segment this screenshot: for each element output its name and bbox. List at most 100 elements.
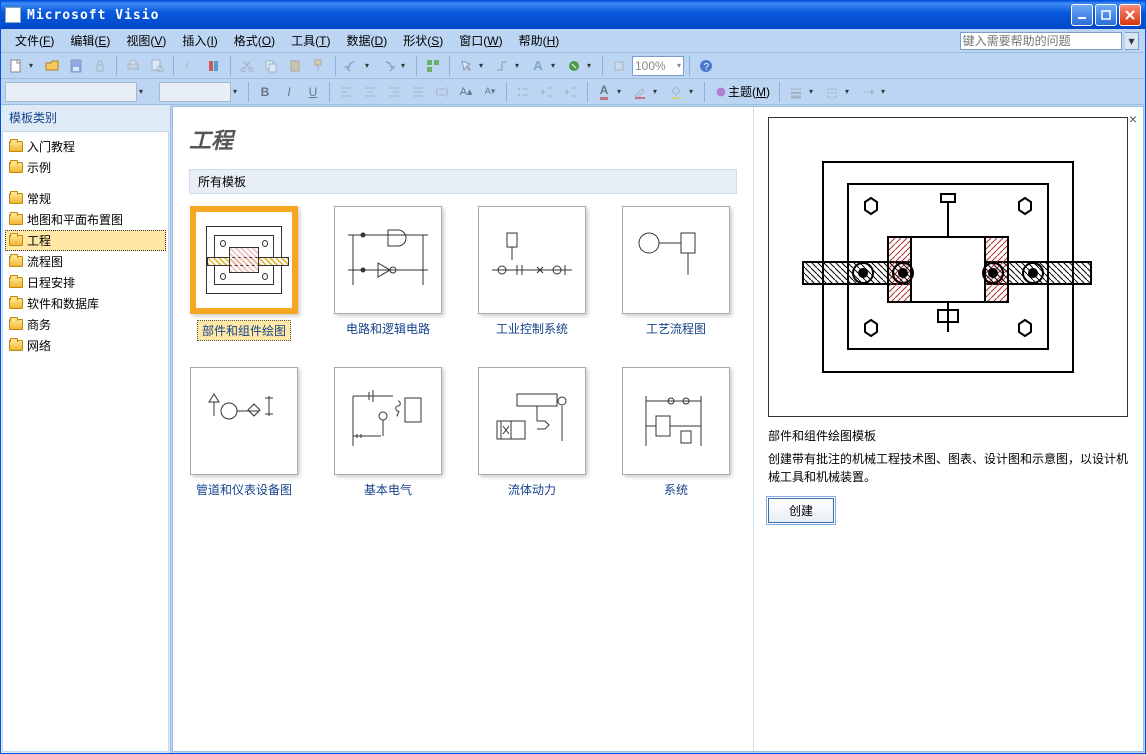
- copy-button[interactable]: [260, 55, 282, 77]
- connector-tool-button[interactable]: [491, 55, 513, 77]
- separator: [116, 56, 117, 76]
- menu-view[interactable]: 视图(V): [118, 30, 174, 51]
- help-button[interactable]: ?: [695, 55, 717, 77]
- line-weight-button[interactable]: [785, 81, 807, 103]
- cut-button[interactable]: [236, 55, 258, 77]
- underline-button[interactable]: U: [302, 81, 324, 103]
- close-button[interactable]: [1119, 4, 1141, 26]
- menu-tools[interactable]: 工具(T): [283, 30, 338, 51]
- zoom-combo[interactable]: 100%▾: [632, 56, 684, 76]
- sidebar-item-flowchart[interactable]: 流程图: [5, 251, 166, 272]
- line-ends-button[interactable]: [857, 81, 879, 103]
- font-combo[interactable]: [5, 82, 137, 102]
- connector-dropdown[interactable]: ▾: [515, 61, 525, 70]
- fill-button[interactable]: [608, 55, 630, 77]
- folder-icon: [9, 235, 23, 246]
- increase-indent-button[interactable]: [560, 81, 582, 103]
- create-button[interactable]: 创建: [768, 498, 834, 523]
- font-color-dropdown[interactable]: ▾: [617, 87, 627, 96]
- decrease-indent-button[interactable]: [536, 81, 558, 103]
- menu-format[interactable]: 格式(O): [226, 30, 283, 51]
- print-preview-button[interactable]: [146, 55, 168, 77]
- save-button[interactable]: [65, 55, 87, 77]
- sidebar-item-engineering[interactable]: 工程: [5, 230, 166, 251]
- ink-tool-button[interactable]: [563, 55, 585, 77]
- menu-file[interactable]: 文件(F): [7, 30, 62, 51]
- distribute-button[interactable]: [431, 81, 453, 103]
- open-button[interactable]: [41, 55, 63, 77]
- menu-insert[interactable]: 插入(I): [174, 30, 225, 51]
- sidebar-item-maps[interactable]: 地图和平面布置图: [5, 209, 166, 230]
- permission-button[interactable]: [89, 55, 111, 77]
- text-dropdown[interactable]: ▾: [551, 61, 561, 70]
- minimize-button[interactable]: [1071, 4, 1093, 26]
- sidebar-list: 入门教程 示例 常规 地图和平面布置图 工程 流程图 日程安排 软件和数据库 商…: [2, 131, 169, 752]
- align-justify-button[interactable]: [407, 81, 429, 103]
- text-tool-button[interactable]: A: [527, 55, 549, 77]
- redo-dropdown[interactable]: ▾: [401, 61, 411, 70]
- fill-color-button[interactable]: [665, 81, 687, 103]
- new-dropdown[interactable]: ▾: [29, 61, 39, 70]
- align-left-button[interactable]: [335, 81, 357, 103]
- fill-color-dropdown[interactable]: ▾: [689, 87, 699, 96]
- sidebar-item-network[interactable]: 网络: [5, 335, 166, 356]
- svg-text:✓: ✓: [184, 60, 192, 70]
- line-ends-dropdown[interactable]: ▾: [881, 87, 891, 96]
- ink-dropdown[interactable]: ▾: [587, 61, 597, 70]
- sidebar-item-software[interactable]: 软件和数据库: [5, 293, 166, 314]
- template-piping-instrumentation[interactable]: 管道和仪表设备图: [189, 367, 299, 498]
- format-painter-button[interactable]: [308, 55, 330, 77]
- sidebar-item-business[interactable]: 商务: [5, 314, 166, 335]
- align-center-button[interactable]: [359, 81, 381, 103]
- svg-text:?: ?: [704, 62, 710, 73]
- menu-shapes[interactable]: 形状(S): [395, 30, 451, 51]
- menu-help[interactable]: 帮助(H): [511, 30, 568, 51]
- menu-window[interactable]: 窗口(W): [451, 30, 510, 51]
- sidebar-item-getting-started[interactable]: 入门教程: [5, 136, 166, 157]
- research-button[interactable]: [203, 55, 225, 77]
- template-fluid-power[interactable]: 流体动力: [477, 367, 587, 498]
- paste-button[interactable]: [284, 55, 306, 77]
- line-color-button[interactable]: [629, 81, 651, 103]
- sidebar-item-samples[interactable]: 示例: [5, 157, 166, 178]
- font-size-combo[interactable]: [159, 82, 231, 102]
- template-industrial-control[interactable]: 工业控制系统: [477, 206, 587, 341]
- align-right-button[interactable]: [383, 81, 405, 103]
- decrease-font-button[interactable]: A▾: [479, 81, 501, 103]
- template-basic-electrical[interactable]: 基本电气: [333, 367, 443, 498]
- size-dropdown[interactable]: ▾: [233, 87, 243, 96]
- increase-font-button[interactable]: A▴: [455, 81, 477, 103]
- template-systems[interactable]: 系统: [621, 367, 731, 498]
- pointer-tool-button[interactable]: [455, 55, 477, 77]
- panel-close-icon[interactable]: ×: [1129, 111, 1137, 127]
- template-parts-and-assembly[interactable]: 部件和组件绘图: [189, 206, 299, 341]
- italic-button[interactable]: I: [278, 81, 300, 103]
- shapes-window-button[interactable]: [422, 55, 444, 77]
- template-circuits-logic[interactable]: 电路和逻辑电路: [333, 206, 443, 341]
- line-pattern-button[interactable]: [821, 81, 843, 103]
- print-button[interactable]: [122, 55, 144, 77]
- new-button[interactable]: [5, 55, 27, 77]
- help-search-input[interactable]: [960, 32, 1122, 50]
- bullets-button[interactable]: [512, 81, 534, 103]
- line-pattern-dropdown[interactable]: ▾: [845, 87, 855, 96]
- undo-dropdown[interactable]: ▾: [365, 61, 375, 70]
- undo-button[interactable]: [341, 55, 363, 77]
- pointer-dropdown[interactable]: ▾: [479, 61, 489, 70]
- maximize-button[interactable]: [1095, 4, 1117, 26]
- sidebar-item-general[interactable]: 常规: [5, 188, 166, 209]
- font-color-button[interactable]: A: [593, 81, 615, 103]
- template-process-flow[interactable]: 工艺流程图: [621, 206, 731, 341]
- bold-button[interactable]: B: [254, 81, 276, 103]
- separator: [329, 82, 330, 102]
- line-color-dropdown[interactable]: ▾: [653, 87, 663, 96]
- menu-data[interactable]: 数据(D): [339, 30, 396, 51]
- line-weight-dropdown[interactable]: ▾: [809, 87, 819, 96]
- theme-button[interactable]: 主题(M): [710, 81, 774, 103]
- help-search-dropdown[interactable]: ▾: [1125, 32, 1139, 50]
- sidebar-item-schedule[interactable]: 日程安排: [5, 272, 166, 293]
- redo-button[interactable]: [377, 55, 399, 77]
- spelling-button[interactable]: ✓: [179, 55, 201, 77]
- font-dropdown[interactable]: ▾: [139, 87, 149, 96]
- menu-edit[interactable]: 编辑(E): [62, 30, 118, 51]
